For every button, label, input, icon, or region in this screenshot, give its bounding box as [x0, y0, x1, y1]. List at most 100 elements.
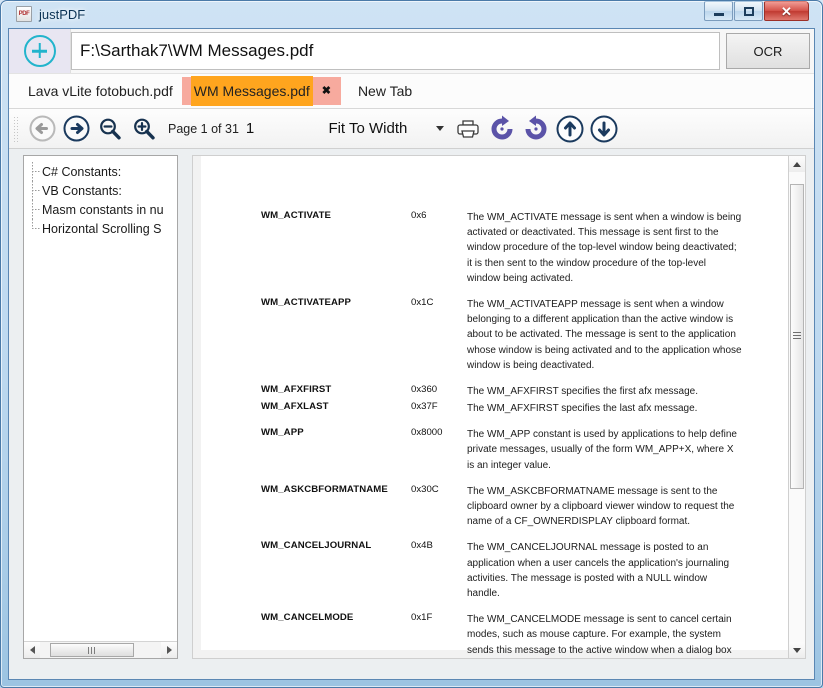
file-path-input[interactable]: [71, 32, 720, 70]
message-description: The WM_ASKCBFORMATNAME message is sent t…: [467, 485, 735, 528]
pdf-page: WM_ACTIVATE 0x6 The WM_ACTIVATE message …: [201, 156, 788, 656]
message-name: WM_ACTIVATE: [261, 210, 332, 221]
message-row: WM_ASKCBFORMATNAME 0x30C The WM_ASKCBFOR…: [261, 484, 742, 530]
grip-icon: [87, 646, 97, 654]
maximize-button[interactable]: [734, 1, 763, 21]
message-description: The WM_ACTIVATEAPP message is sent when …: [467, 298, 742, 371]
arrow-left-circle-icon: [29, 115, 56, 142]
tree-branch-icon: [30, 162, 42, 181]
row-spacer: [261, 288, 742, 297]
scrollbar-track[interactable]: [40, 642, 161, 658]
triangle-down-icon: [793, 647, 801, 653]
row-spacer: [261, 531, 742, 540]
rotate-clockwise-button[interactable]: [486, 113, 518, 145]
page-canvas[interactable]: WM_ACTIVATE 0x6 The WM_ACTIVATE message …: [192, 155, 789, 659]
bookmark-item[interactable]: VB Constants:: [30, 181, 177, 200]
window-controls: ✕: [704, 1, 809, 21]
message-description: The WM_APP constant is used by applicati…: [467, 429, 737, 471]
message-row: WM_CANCELMODE 0x1F The WM_CANCELMODE mes…: [261, 612, 742, 658]
bookmark-item[interactable]: Horizontal Scrolling S: [30, 219, 177, 238]
triangle-right-icon: [166, 646, 172, 654]
client-area: OCR Lava vLite fotobuch.pdf WM Messages.…: [8, 28, 815, 680]
viewer-vertical-scrollbar[interactable]: [789, 155, 806, 659]
message-description: The WM_AFXFIRST specifies the last afx m…: [467, 403, 698, 415]
message-hex: 0x37F: [411, 401, 438, 413]
scrollbar-thumb[interactable]: [790, 184, 804, 489]
scroll-down-button[interactable]: [588, 113, 620, 145]
triangle-up-icon: [793, 161, 801, 167]
message-name: WM_APP: [261, 427, 304, 439]
close-icon: ✕: [781, 3, 792, 19]
magnifier-plus-icon: [131, 116, 157, 142]
bookmark-item[interactable]: Masm constants in nu: [30, 200, 177, 219]
row-spacer: [261, 375, 742, 384]
bookmark-tree: C# Constants: VB Constants: Masm constan…: [24, 156, 177, 641]
tab-label: New Tab: [357, 83, 413, 99]
message-row: WM_AFXFIRST 0x360 The WM_AFXFIRST specif…: [261, 384, 742, 399]
message-name: WM_CANCELMODE: [261, 612, 354, 624]
scroll-up-button[interactable]: [554, 113, 586, 145]
tab-lava-vlite-fotobuch[interactable]: Lava vLite fotobuch.pdf: [19, 77, 182, 105]
message-hex: 0x4B: [411, 540, 433, 552]
tree-branch-icon: [30, 200, 42, 219]
page-indicator-label: Page 1 of 31: [168, 121, 239, 136]
zoom-mode-select[interactable]: Fit To Width: [300, 120, 450, 137]
message-row: WM_CANCELJOURNAL 0x4B The WM_CANCELJOURN…: [261, 540, 742, 601]
pdf-icon: PDF: [16, 6, 32, 22]
ocr-button[interactable]: OCR: [726, 33, 810, 69]
rotate-counterclockwise-button[interactable]: [520, 113, 552, 145]
minimize-button[interactable]: [704, 1, 733, 21]
bookmark-item[interactable]: C# Constants:: [30, 162, 177, 181]
title-bar: PDF justPDF ✕: [8, 0, 815, 28]
tree-branch-icon: [30, 181, 42, 200]
row-spacer: [261, 418, 742, 427]
scroll-up-arrow-button[interactable]: [789, 156, 805, 172]
forward-button[interactable]: [60, 113, 92, 145]
tab-label: WM Messages.pdf: [190, 76, 313, 106]
zoom-in-button[interactable]: [128, 113, 160, 145]
back-button[interactable]: [26, 113, 58, 145]
scrollbar-track[interactable]: [789, 172, 805, 642]
arrow-up-circle-icon: [556, 115, 584, 143]
bookmarks-sidebar: C# Constants: VB Constants: Masm constan…: [23, 155, 178, 659]
rotate-clockwise-icon: [488, 115, 516, 143]
maximize-icon: [743, 6, 754, 16]
message-hex: 0x1C: [411, 296, 434, 308]
toolbar-grip[interactable]: [13, 115, 20, 142]
message-name: WM_ACTIVATEAPP: [261, 296, 352, 308]
print-button[interactable]: [452, 113, 484, 145]
rotate-counterclockwise-icon: [522, 115, 550, 143]
arrow-down-circle-icon: [590, 115, 618, 143]
tab-wm-messages[interactable]: WM Messages.pdf ✖: [181, 76, 341, 106]
tab-new[interactable]: New Tab: [349, 77, 421, 105]
message-row: WM_ACTIVATE 0x6 The WM_ACTIVATE message …: [261, 210, 742, 286]
scroll-right-button[interactable]: [161, 642, 177, 658]
chevron-down-icon: [435, 126, 444, 131]
zoom-mode-label: Fit To Width: [328, 120, 408, 137]
message-description: The WM_AFXFIRST specifies the first afx …: [467, 385, 698, 397]
message-description-cancelmode: The WM_CANCELMODE message is sent to can…: [467, 612, 742, 658]
message-hex: 0x1F: [411, 612, 433, 624]
scroll-down-arrow-button[interactable]: [789, 642, 805, 658]
arrow-right-circle-icon: [63, 115, 90, 142]
message-name: WM_AFXLAST: [261, 401, 329, 413]
message-hex: 0x8000: [411, 427, 443, 439]
tab-strip: Lava vLite fotobuch.pdf WM Messages.pdf …: [9, 74, 814, 109]
close-button[interactable]: ✕: [764, 1, 809, 21]
scroll-left-button[interactable]: [24, 642, 40, 658]
add-tab-button[interactable]: [9, 29, 71, 73]
message-hex: 0x30C: [411, 483, 439, 495]
close-tab-icon[interactable]: ✖: [322, 85, 331, 97]
plus-circle-icon: [23, 35, 56, 67]
scrollbar-thumb[interactable]: [50, 643, 134, 657]
page-number-input[interactable]: [245, 116, 284, 141]
triangle-left-icon: [29, 646, 35, 654]
zoom-out-button[interactable]: [94, 113, 126, 145]
message-name: WM_AFXFIRST: [261, 383, 332, 395]
printer-icon: [456, 117, 480, 141]
message-row: WM_APP 0x8000 The WM_APP constant is use…: [261, 427, 742, 473]
application-window: PDF justPDF ✕ OCR Lava vLite: [0, 0, 823, 688]
message-hex: 0x360: [411, 383, 438, 395]
message-name: WM_ASKCBFORMATNAME: [261, 483, 388, 495]
sidebar-horizontal-scrollbar[interactable]: [24, 641, 177, 658]
